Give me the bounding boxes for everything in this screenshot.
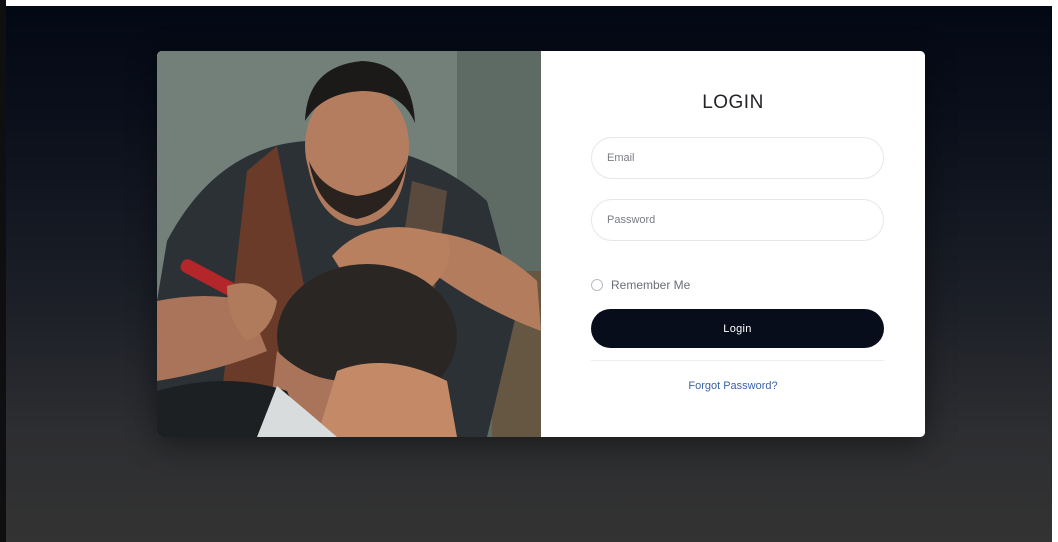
page-background: LOGIN Remember Me Login Forgot Password? xyxy=(6,6,1052,542)
barber-illustration xyxy=(157,51,541,437)
login-title: LOGIN xyxy=(702,92,764,113)
login-panel: LOGIN Remember Me Login Forgot Password? xyxy=(541,51,925,437)
divider xyxy=(591,360,884,361)
forgot-password-link[interactable]: Forgot Password? xyxy=(541,380,925,392)
email-input[interactable] xyxy=(591,137,884,179)
remember-checkbox[interactable] xyxy=(591,279,603,291)
remember-me[interactable]: Remember Me xyxy=(591,278,690,292)
login-card: LOGIN Remember Me Login Forgot Password? xyxy=(157,51,925,437)
barber-photo xyxy=(157,51,541,437)
remember-label: Remember Me xyxy=(611,278,691,292)
login-button[interactable]: Login xyxy=(591,309,884,348)
password-input[interactable] xyxy=(591,199,884,241)
